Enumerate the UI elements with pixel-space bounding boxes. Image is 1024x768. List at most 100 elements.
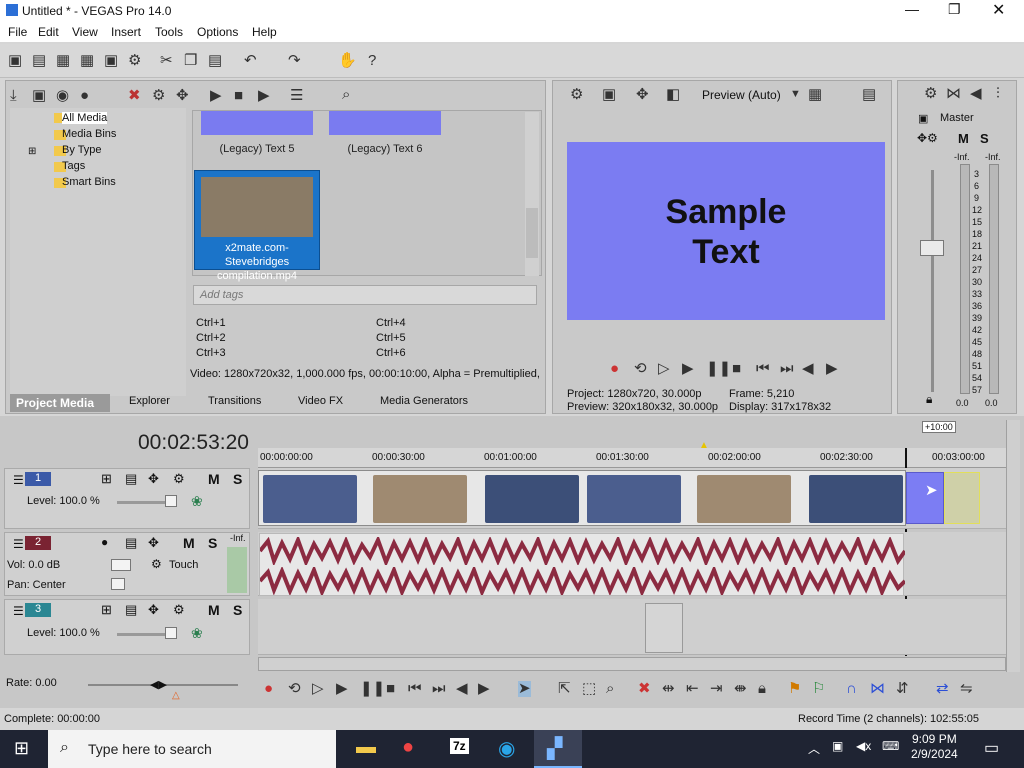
ignore-grouping-icon[interactable]: ⇋	[960, 681, 973, 697]
grid-icon[interactable]: ▦	[808, 87, 822, 103]
master-settings-icon[interactable]: ⚙	[924, 86, 937, 102]
audio-event[interactable]	[259, 533, 905, 596]
search-icon[interactable]: ⌕	[342, 87, 350, 103]
render-icon[interactable]: ▣	[104, 53, 118, 69]
network-icon[interactable]: ▣	[832, 739, 843, 753]
tags-input[interactable]: Add tags	[193, 285, 537, 305]
go-to-start-icon[interactable]: ⏮	[408, 681, 422, 697]
video-event[interactable]	[258, 470, 906, 526]
stop-icon[interactable]: ■	[234, 88, 243, 104]
trim-icon[interactable]: ⇹	[662, 681, 675, 697]
track-fx-icon[interactable]: ✥	[148, 535, 159, 551]
master-solo-button[interactable]: S	[980, 131, 989, 146]
pan-slider-handle[interactable]	[111, 578, 125, 590]
tray-chevron-up-icon[interactable]: ︿	[808, 740, 820, 757]
master-fx-icon[interactable]: ✥⚙	[917, 131, 938, 145]
track-mute-button[interactable]: M	[183, 535, 195, 551]
tree-item-by-type[interactable]: By Type	[62, 144, 102, 156]
menu-file[interactable]: File	[8, 25, 27, 39]
overlays-icon[interactable]: ◧	[666, 87, 680, 103]
tree-item-all-media[interactable]: All Media	[62, 112, 108, 124]
vegas-taskbar-button[interactable]: ▞	[534, 730, 582, 768]
menu-options[interactable]: Options	[197, 25, 238, 39]
track-compositing-icon[interactable]: ✥	[148, 471, 159, 487]
go-to-start-icon[interactable]: ⏮	[756, 361, 770, 377]
lock-icon[interactable]: 🔒︎	[926, 392, 932, 407]
envelope-tool-icon[interactable]: ⇱	[558, 681, 571, 697]
file-explorer-icon[interactable]: ▬	[356, 736, 376, 759]
tab-media-generators[interactable]: Media Generators	[380, 395, 468, 407]
record-arm-icon[interactable]: ●	[101, 535, 108, 549]
record-icon[interactable]: ●	[610, 361, 619, 377]
new-icon[interactable]: ▣	[8, 53, 22, 69]
globe-icon[interactable]: ●	[80, 88, 89, 104]
level-slider-handle[interactable]	[165, 495, 177, 507]
volume-icon[interactable]: ◀x	[856, 739, 871, 753]
snapping-icon[interactable]: ∩	[846, 681, 857, 697]
volume-slider-handle[interactable]	[111, 559, 131, 571]
marker-icon[interactable]: ▲	[699, 440, 709, 451]
menu-tools[interactable]: Tools	[155, 25, 183, 39]
menu-insert[interactable]: Insert	[111, 25, 141, 39]
rate-slider-handle[interactable]: ◀▶	[150, 678, 167, 691]
taskbar-search[interactable]: ⌕ Type here to search	[48, 730, 336, 768]
loop-icon[interactable]: ⟲	[634, 361, 647, 377]
media-thumb-legacy-text-5[interactable]	[201, 111, 313, 135]
delete-icon[interactable]: ✖	[638, 681, 651, 697]
import-icon[interactable]: ⤓	[10, 88, 17, 104]
tree-item-tags[interactable]: Tags	[62, 160, 85, 172]
tab-transitions[interactable]: Transitions	[208, 395, 261, 407]
track-solo-button[interactable]: S	[233, 471, 242, 487]
properties-icon[interactable]: ⚙	[128, 53, 141, 69]
maximize-button[interactable]: ❐	[948, 1, 961, 18]
track-collapse-icon[interactable]: ☰	[13, 604, 24, 618]
track-solo-button[interactable]: S	[233, 602, 242, 618]
video-track-lane-3[interactable]	[258, 599, 1006, 655]
close-button[interactable]: ✕	[992, 0, 1005, 20]
windows-start-icon[interactable]: ⊞	[14, 738, 29, 759]
track-mute-button[interactable]: M	[208, 471, 220, 487]
auto-crossfade-icon[interactable]: ⋈	[870, 681, 885, 697]
prev-frame-icon[interactable]: ◀	[456, 681, 468, 697]
split-screen-icon[interactable]: ✥	[636, 87, 649, 103]
media-fx-icon[interactable]: ⚙	[152, 88, 165, 104]
menu-view[interactable]: View	[72, 25, 98, 39]
tab-explorer[interactable]: Explorer	[129, 395, 170, 407]
chevron-down-icon[interactable]: ▼	[790, 86, 801, 102]
tree-item-smart-bins[interactable]: Smart Bins	[62, 176, 116, 188]
record-icon[interactable]: ●	[264, 681, 273, 697]
scroll-thumb[interactable]	[526, 208, 538, 258]
lock-icon[interactable]: 🔒︎	[758, 681, 766, 697]
ripple-edit-icon[interactable]: ⇵	[896, 681, 909, 697]
level-slider-handle[interactable]	[165, 627, 177, 639]
paste-icon[interactable]: ▤	[208, 53, 222, 69]
split-icon[interactable]: ⇼	[734, 681, 747, 697]
track-2-automation-mode[interactable]: Touch	[169, 559, 198, 571]
notifications-icon[interactable]: ▭	[984, 738, 999, 758]
track-collapse-icon[interactable]: ☰	[13, 473, 24, 487]
chrome-icon[interactable]: ●	[402, 736, 414, 759]
lock-envelopes-icon[interactable]: ⇄	[936, 681, 949, 697]
track-motion-icon[interactable]: ⊞	[101, 471, 112, 487]
media-thumb-video[interactable]: x2mate.com-Stevebridges compilation.mp4	[194, 170, 320, 282]
trim-end-icon[interactable]: ⇥	[710, 681, 723, 697]
invert-phase-icon[interactable]: ▤	[125, 535, 137, 551]
track-solo-button[interactable]: S	[208, 535, 217, 551]
next-frame-icon[interactable]: ▶	[826, 361, 838, 377]
go-to-end-icon[interactable]: ⏭	[432, 681, 446, 697]
track-mute-button[interactable]: M	[208, 602, 220, 618]
copy-snapshot-icon[interactable]: ▤	[862, 87, 876, 103]
mixer-icon[interactable]: ⫶	[996, 86, 1000, 102]
tab-project-media[interactable]: Project Media	[10, 394, 110, 412]
pause-icon[interactable]: ❚❚	[706, 361, 731, 377]
zoom-tool-icon[interactable]: ⌕	[606, 681, 614, 697]
minimize-button[interactable]: —	[905, 1, 919, 17]
timeline-vertical-scrollbar[interactable]	[1006, 420, 1020, 672]
tree-item-media-bins[interactable]: Media Bins	[62, 128, 116, 140]
edge-icon[interactable]: ◉	[498, 736, 515, 761]
play-from-start-icon[interactable]: ▷	[312, 681, 324, 697]
undo-icon[interactable]: ↶	[244, 53, 257, 69]
pause-icon[interactable]: ❚❚	[360, 681, 385, 697]
go-to-end-icon[interactable]: ⏭	[780, 361, 794, 377]
play-icon[interactable]: ▶	[682, 361, 694, 377]
